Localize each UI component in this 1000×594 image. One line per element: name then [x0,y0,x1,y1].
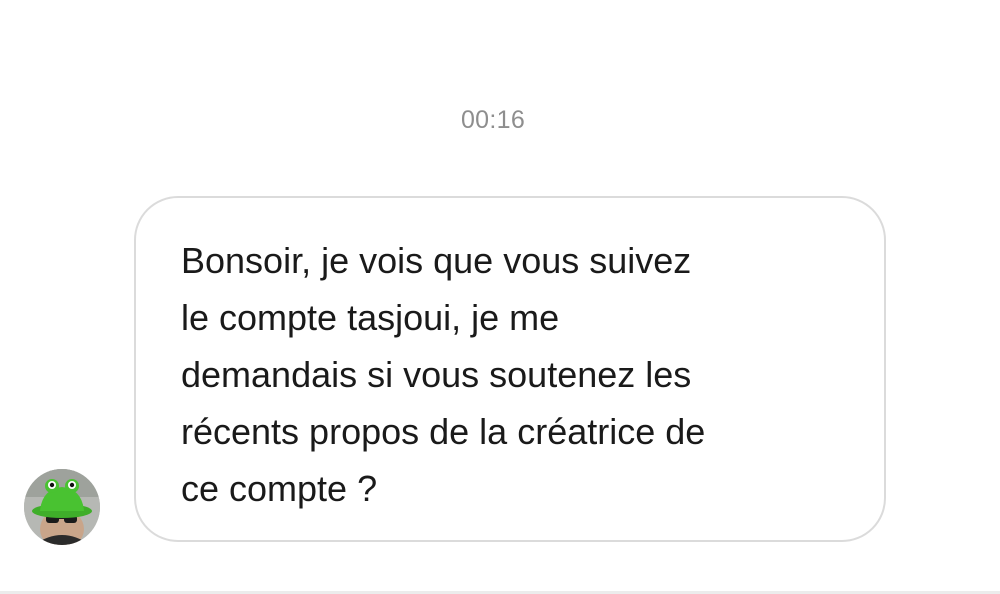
message-bubble[interactable]: Bonsoir, je vois que vous suivez le comp… [134,196,886,542]
frog-bucket-hat-avatar-icon [24,469,100,545]
message-timestamp: 00:16 [460,106,526,134]
message-thread: 00:16 Bonsoir, je vois que vous suivez l… [0,0,1000,594]
sender-avatar[interactable] [24,469,100,545]
message-text: Bonsoir, je vois que vous suivez le comp… [181,240,706,509]
